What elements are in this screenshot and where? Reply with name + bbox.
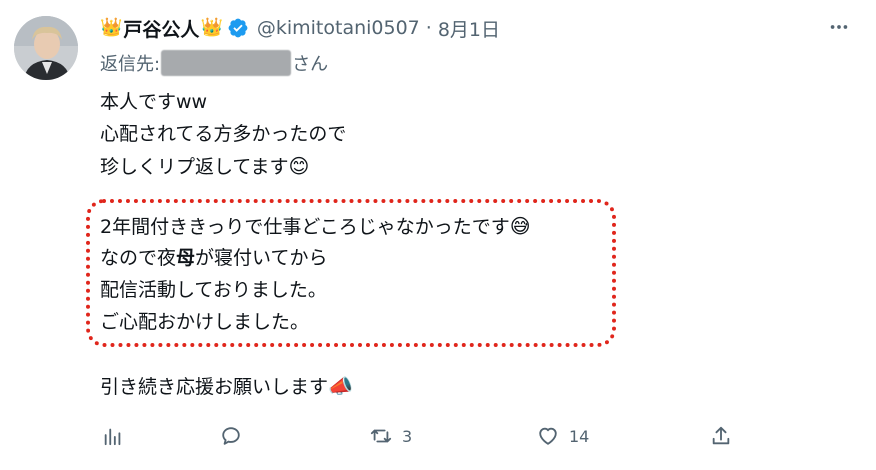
- heart-icon: [539, 427, 557, 445]
- crown-emoji-left: 👑: [100, 17, 123, 38]
- action-bar: 3 14: [100, 420, 840, 452]
- avatar[interactable]: [14, 16, 78, 80]
- smile-emoji: 😊: [288, 154, 310, 178]
- tweet-line: なので夜母が寝付いてから: [100, 242, 531, 274]
- crown-emoji-right: 👑: [200, 17, 223, 38]
- more-options-icon[interactable]: [824, 12, 854, 42]
- separator-dot: ·: [425, 17, 432, 39]
- tweet-line: 心配されてる方多かったので: [100, 123, 347, 145]
- retweet-icon: [370, 429, 392, 443]
- tweet-line-text: 2年間付ききっりで仕事どころじゃなかったです: [100, 216, 510, 238]
- like-count: 14: [569, 426, 590, 446]
- tweet-header: 👑 戸谷公人 👑 @kimitotani0507 · 8月1日: [100, 12, 500, 44]
- retweet-count: 3: [402, 426, 413, 446]
- sweat-smile-emoji: 😅: [509, 214, 531, 238]
- display-name[interactable]: 戸谷公人: [123, 15, 199, 42]
- tweet-line: 配信活動しておりました。: [100, 279, 327, 301]
- highlighted-text: 2年間付ききっりで仕事どころじゃなかったです😅 なので夜母が寝付いてから 配信活…: [100, 210, 531, 338]
- reply-icon: [222, 427, 240, 445]
- tweet-line-text: が寝付いてから: [195, 247, 328, 269]
- share-button[interactable]: [710, 420, 732, 452]
- tweet-line-text: なので夜: [100, 247, 177, 269]
- retweet-button[interactable]: 3: [370, 420, 412, 452]
- analytics-icon: [104, 428, 121, 446]
- like-button[interactable]: 14: [537, 420, 589, 452]
- redacted-username: [161, 50, 292, 76]
- tweet-line-text: 引き続き応援お願いします: [100, 376, 329, 398]
- analytics-button[interactable]: [102, 420, 124, 452]
- tweet-date[interactable]: 8月1日: [438, 15, 500, 42]
- reply-suffix: さん: [292, 54, 329, 75]
- user-handle[interactable]: @kimitotani0507: [257, 17, 420, 39]
- share-icon: [712, 426, 730, 445]
- megaphone-emoji: 📣: [328, 374, 353, 398]
- tweet-closing-line: 引き続き応援お願いします📣: [100, 370, 353, 403]
- tweet-line: 珍しくリプ返してます😊: [100, 150, 346, 182]
- tweet-bold-word: 母: [176, 247, 196, 269]
- replying-to: 返信先: さん: [100, 50, 328, 76]
- tweet-line: 2年間付ききっりで仕事どころじゃなかったです😅: [100, 210, 531, 242]
- tweet-line: ご心配おかけしました。: [100, 311, 310, 333]
- reply-prefix: 返信先:: [100, 54, 161, 75]
- tweet-text: 本人ですww 心配されてる方多かったので 珍しくリプ返してます😊: [100, 86, 346, 182]
- tweet-line: 本人ですww: [100, 91, 208, 113]
- verified-badge-icon[interactable]: [227, 17, 249, 39]
- avatar-image: [14, 16, 78, 80]
- tweet-line-text: 珍しくリプ返してます: [100, 156, 289, 178]
- reply-button[interactable]: [220, 420, 242, 452]
